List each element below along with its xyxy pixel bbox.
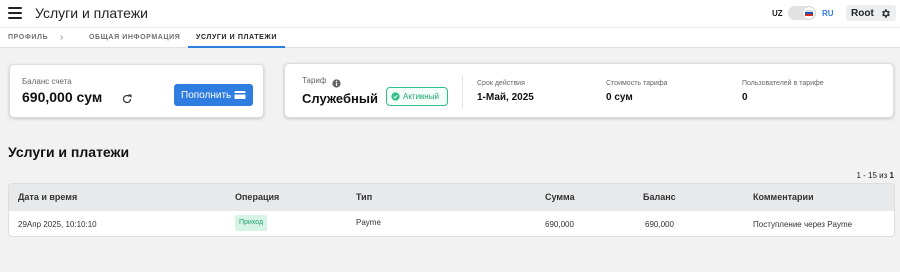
status-badge: Активный — [386, 87, 448, 106]
column-header-operation[interactable]: Операция — [235, 192, 279, 202]
top-bar: Услуги и платежи UZ RU Root — [0, 0, 900, 27]
tariff-label: Тариф — [302, 76, 327, 85]
operation-badge: Приход — [235, 215, 268, 231]
cost-value: 0 сум — [606, 92, 633, 103]
cost-label: Стоимость тарифа — [606, 80, 668, 87]
tab-general-info[interactable]: ОБЩАЯ ИНФОРМАЦИЯ — [89, 28, 180, 48]
divider — [462, 76, 463, 108]
column-header-balance[interactable]: Баланс — [643, 192, 676, 202]
check-circle-icon — [391, 92, 400, 101]
info-icon[interactable] — [332, 75, 341, 88]
payments-table: Дата и время Операция Тип Сумма Баланс К… — [8, 183, 895, 237]
status-text: Активный — [403, 92, 439, 101]
cell-comment: Поступление через Payme — [753, 220, 853, 229]
validity-value: 1-Май, 2025 — [477, 92, 534, 103]
cell-type: Payme — [356, 218, 381, 227]
balance-label: Баланс счета — [22, 77, 72, 86]
tariff-card: Тариф Служебный Активный Срок действия 1… — [284, 63, 894, 118]
validity-label: Срок действия — [477, 80, 525, 87]
pagination-total: 1 — [889, 171, 894, 180]
chevron-right-icon: › — [60, 32, 64, 43]
table-header: Дата и время Операция Тип Сумма Баланс К… — [9, 184, 894, 211]
language-toggle[interactable] — [788, 6, 816, 20]
menu-icon[interactable] — [8, 7, 22, 19]
pagination-info: 1 - 15 из 1 — [857, 171, 895, 180]
column-header-type[interactable]: Тип — [356, 192, 372, 202]
column-header-amount[interactable]: Сумма — [545, 192, 575, 202]
user-menu-button[interactable]: Root — [846, 5, 896, 21]
cell-amount: 690,000 — [545, 220, 574, 229]
cell-datetime: 29Апр 2025, 10:10:10 — [18, 220, 97, 229]
credit-card-icon — [234, 90, 246, 103]
tab-services-payments[interactable]: УСЛУГИ И ПЛАТЕЖИ — [188, 28, 285, 48]
tab-profile[interactable]: ПРОФИЛЬ — [8, 28, 48, 48]
column-header-datetime[interactable]: Дата и время — [18, 192, 77, 202]
lang-uz-label[interactable]: UZ — [772, 9, 783, 18]
russia-flag-icon — [803, 7, 815, 19]
user-name: Root — [851, 7, 874, 19]
column-header-comments[interactable]: Комментарии — [753, 192, 814, 202]
table-row[interactable]: 29Апр 2025, 10:10:10 Приход Payme 690,00… — [9, 211, 894, 236]
pagination-range: 1 - 15 из — [856, 171, 890, 180]
section-title: Услуги и платежи — [8, 144, 130, 160]
top-up-button[interactable]: Пополнить — [174, 84, 253, 106]
balance-value: 690,000 сум — [22, 89, 103, 105]
balance-card: Баланс счета 690,000 сум Пополнить — [9, 64, 264, 118]
gear-icon — [880, 7, 892, 19]
refresh-icon[interactable] — [121, 92, 133, 104]
page-title: Услуги и платежи — [35, 5, 148, 21]
top-up-label: Пополнить — [181, 89, 232, 101]
cell-balance: 690,000 — [645, 220, 674, 229]
lang-ru-label[interactable]: RU — [822, 9, 834, 18]
tariff-value: Служебный — [302, 91, 378, 106]
tab-bar: ПРОФИЛЬ › ОБЩАЯ ИНФОРМАЦИЯ УСЛУГИ И ПЛАТ… — [0, 27, 900, 48]
users-value: 0 — [742, 92, 748, 103]
users-label: Пользователей в тарифе — [742, 80, 824, 87]
